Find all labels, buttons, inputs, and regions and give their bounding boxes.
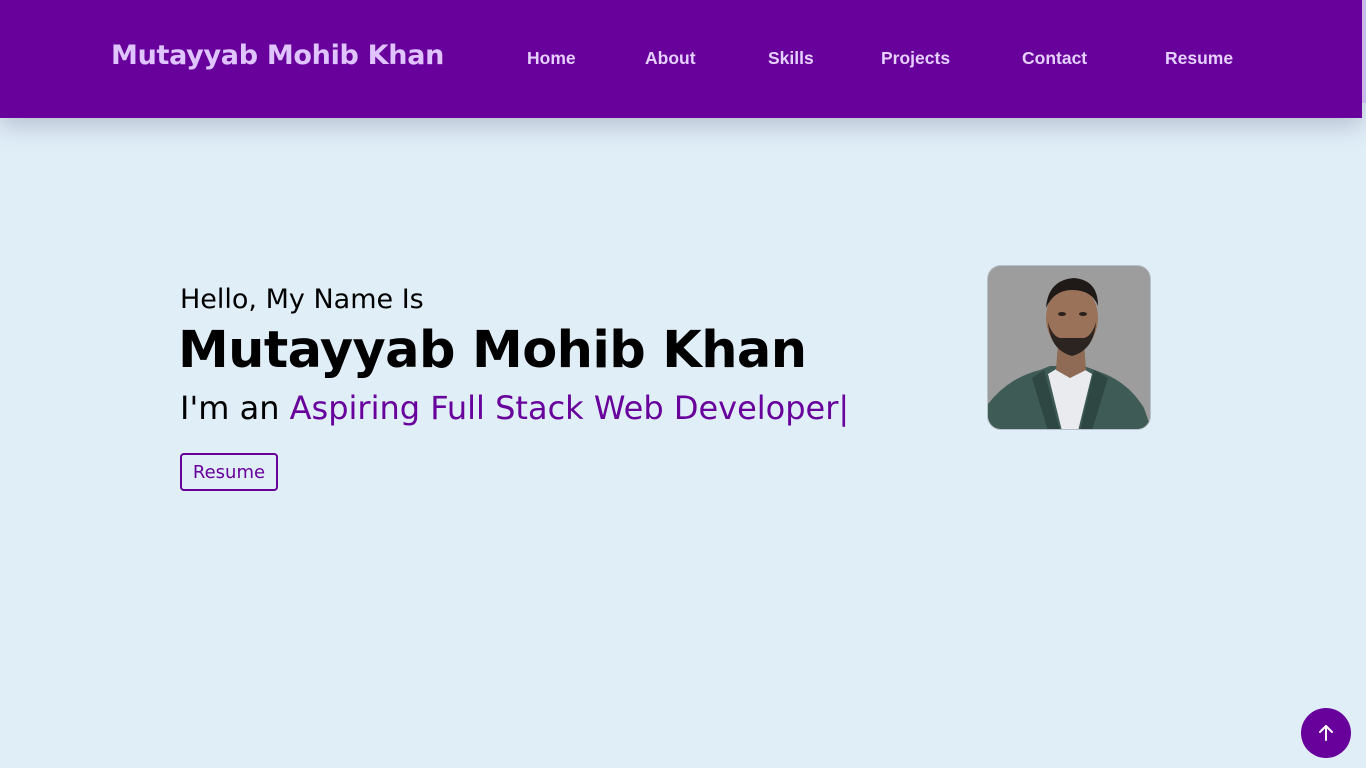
profile-photo [987, 265, 1151, 430]
brand-logo[interactable]: Mutayyab Mohib Khan [111, 40, 444, 71]
hero-greeting: Hello, My Name Is [180, 284, 424, 315]
tagline-role: Aspiring Full Stack Web Developer| [289, 389, 850, 427]
nav-link-resume[interactable]: Resume [1165, 48, 1233, 69]
resume-button[interactable]: Resume [180, 453, 278, 491]
profile-photo-illustration [988, 266, 1150, 429]
hero-name: Mutayyab Mohib Khan [178, 321, 807, 380]
nav-link-contact[interactable]: Contact [1022, 48, 1087, 69]
tagline-prefix: I'm an [180, 389, 290, 427]
nav-link-home[interactable]: Home [527, 48, 576, 69]
nav-link-skills[interactable]: Skills [768, 48, 814, 69]
nav-link-projects[interactable]: Projects [881, 48, 950, 69]
scrollbar-thumb[interactable] [1362, 0, 1366, 103]
arrow-up-icon [1319, 725, 1333, 741]
nav-link-about[interactable]: About [645, 48, 696, 69]
hero-tagline: I'm an Aspiring Full Stack Web Developer… [180, 389, 849, 427]
scroll-to-top-button[interactable] [1301, 708, 1351, 758]
navbar: Mutayyab Mohib Khan Home About Skills Pr… [0, 0, 1362, 118]
